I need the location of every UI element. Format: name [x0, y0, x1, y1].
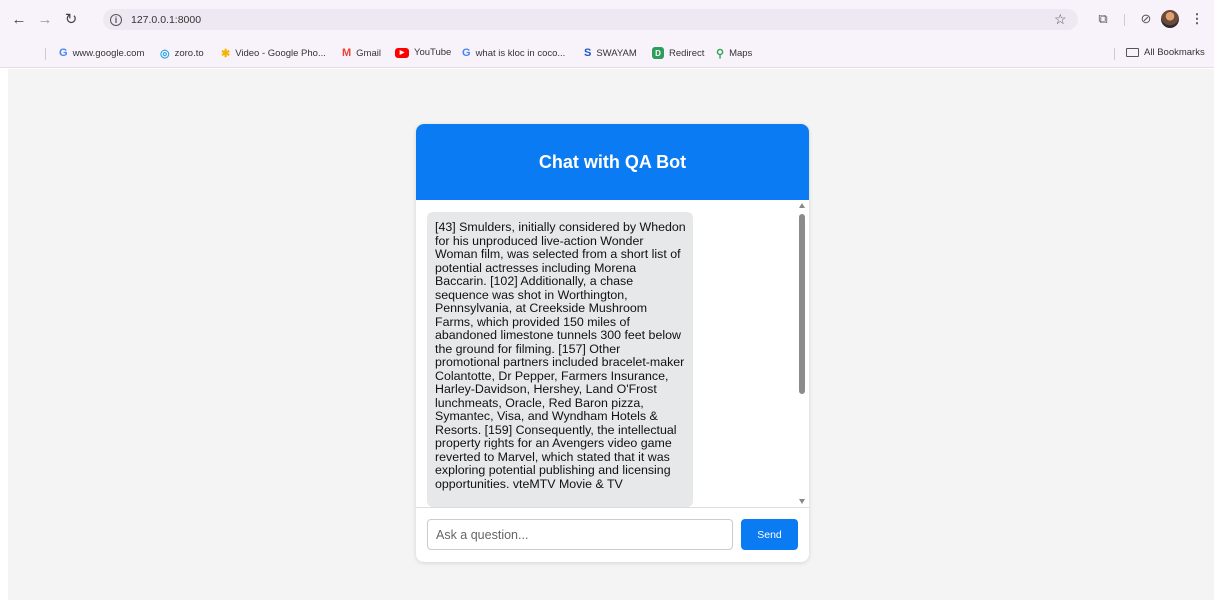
chat-input-row: Send — [416, 507, 809, 562]
bookmark-label: what is kloc in coco... — [475, 47, 566, 59]
google-photos-icon: ✱ — [221, 48, 231, 60]
bookmark-item[interactable]: ✱ Video - Google Pho... — [221, 47, 326, 60]
zoro-icon: ◎ — [160, 48, 170, 60]
bookmark-star-icon[interactable]: ☆ — [1054, 11, 1067, 28]
address-bar-url[interactable]: 127.0.0.1:8000 — [131, 14, 201, 26]
messages-scrollbar[interactable] — [795, 200, 809, 507]
youtube-icon: ▶ — [395, 47, 409, 58]
chat-container: Chat with QA Bot [43] Smulders, initiall… — [416, 124, 809, 562]
avatar[interactable] — [1161, 10, 1179, 28]
chat-header: Chat with QA Bot — [416, 124, 809, 200]
bookmark-label: Maps — [729, 48, 753, 59]
extensions-icon[interactable]: ⧉ — [1093, 9, 1113, 29]
toolbar-divider — [1124, 14, 1125, 26]
browser-toolbar: ← → ↻ i 127.0.0.1:8000 ☆ ⧉ ⊘ ⋮ — [0, 0, 1214, 38]
reload-icon[interactable]: ↻ — [62, 10, 80, 28]
google-icon: G — [59, 47, 68, 59]
profile-sync-icon[interactable]: ⊘ — [1136, 9, 1156, 29]
address-bar[interactable]: i 127.0.0.1:8000 — [103, 9, 1078, 30]
all-bookmarks-label: All Bookmarks — [1144, 47, 1205, 58]
gmail-icon: M — [342, 47, 352, 59]
back-arrow-icon[interactable]: ← — [10, 10, 28, 28]
bookmark-label: Video - Google Pho... — [235, 48, 326, 59]
bookmarks-bar: G www.google.com ◎ zoro.to ✱ Video - Goo… — [0, 38, 1214, 97]
bookmarks-divider — [45, 48, 46, 60]
all-bookmarks-button[interactable]: All Bookmarks — [1126, 47, 1205, 58]
bookmark-item[interactable]: ▶ YouTube — [395, 47, 451, 58]
bookmark-label: www.google.com — [72, 47, 145, 59]
bookmark-label: SWAYAM — [596, 47, 637, 59]
bookmark-item[interactable]: M Gmail — [342, 47, 381, 59]
send-button[interactable]: Send — [741, 519, 798, 550]
bookmark-item[interactable]: ◎ zoro.to — [160, 47, 204, 60]
bookmark-label: YouTube — [414, 47, 452, 58]
site-info-icon[interactable]: i — [110, 13, 122, 26]
bookmark-label: zoro.to — [174, 48, 204, 59]
redirect-icon: D — [652, 47, 664, 59]
bookmark-label: Gmail — [356, 47, 381, 59]
bookmarks-divider — [1114, 48, 1115, 60]
forward-arrow-icon[interactable]: → — [36, 10, 54, 28]
scroll-up-arrow-icon[interactable] — [799, 203, 805, 208]
maps-pin-icon: ⚲ — [716, 48, 725, 60]
bookmark-item[interactable]: D Redirect — [652, 47, 704, 59]
folder-icon — [1126, 48, 1139, 57]
chat-messages[interactable]: [43] Smulders, initially considered by W… — [416, 200, 809, 507]
google-icon: G — [462, 47, 471, 59]
question-input[interactable] — [427, 519, 733, 550]
chat-title: Chat with QA Bot — [538, 151, 687, 172]
bookmark-item[interactable]: S SWAYAM — [584, 47, 637, 59]
bookmark-item[interactable]: ⚲ Maps — [716, 47, 752, 60]
scroll-down-arrow-icon[interactable] — [799, 499, 805, 504]
bookmark-item[interactable]: G www.google.com — [59, 47, 144, 59]
bot-message: [43] Smulders, initially considered by W… — [427, 212, 693, 507]
bookmark-item[interactable]: G what is kloc in coco... — [462, 47, 565, 59]
menu-kebab-icon[interactable]: ⋮ — [1190, 9, 1204, 29]
bookmark-label: Redirect — [669, 47, 705, 59]
swayam-icon: S — [584, 47, 592, 59]
scrollbar-thumb[interactable] — [799, 214, 805, 394]
